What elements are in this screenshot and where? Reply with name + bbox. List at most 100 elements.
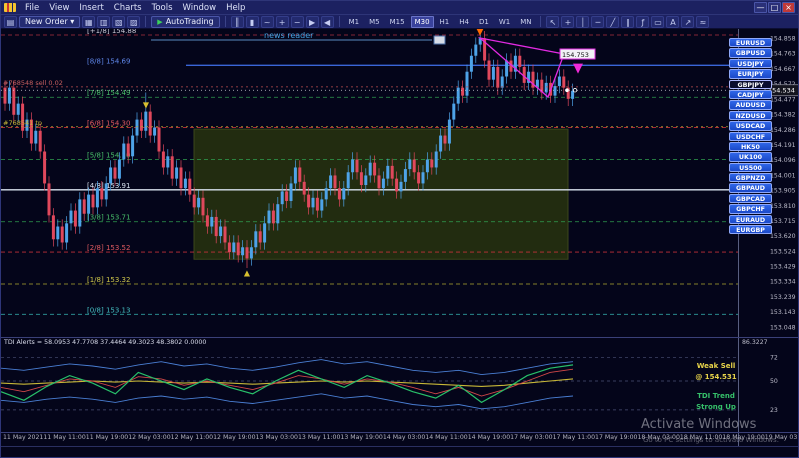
symbol-button-euraud[interactable]: EURAUD: [729, 214, 772, 225]
symbol-button-eurusd[interactable]: EURUSD: [729, 38, 772, 48]
menu-insert[interactable]: Insert: [74, 3, 108, 13]
crosshair-icon[interactable]: +: [561, 15, 575, 28]
timeframe-m5[interactable]: M5: [365, 16, 384, 28]
buy-signal-arrow[interactable]: ▲: [244, 268, 251, 277]
zoom-out-icon[interactable]: −: [290, 15, 304, 28]
price-axis-label: 153.239: [770, 294, 796, 301]
activate-windows-watermark: Activate Windows: [641, 417, 757, 432]
sell-signal-arrow[interactable]: ▼: [143, 101, 150, 110]
menu-window[interactable]: Window: [178, 3, 222, 13]
range-box[interactable]: [193, 128, 569, 260]
chart-canvas[interactable]: [+1/8] 154.88[8/8] 154.69[7/8] 154.49[6/…: [1, 29, 799, 458]
symbol-button-nzdusd[interactable]: NZDUSD: [729, 110, 772, 121]
price-axis-label: 154.667: [770, 66, 796, 73]
time-axis[interactable]: 11 May 2021 11 May 11:00 11 May 19:00 12 Ma…: [3, 434, 798, 441]
order-entry-dot: [565, 88, 569, 93]
timeframe-m30[interactable]: M30: [410, 15, 434, 28]
minimize-button[interactable]: —: [754, 2, 767, 13]
price-axis-label: 153.620: [770, 233, 796, 240]
time-axis-label: 11 May 11:00: [43, 434, 86, 441]
symbol-button-gbpusd[interactable]: GBPUSD: [729, 48, 772, 58]
menu-tools[interactable]: Tools: [147, 3, 178, 13]
vertical-line-icon[interactable]: │: [576, 15, 590, 28]
symbol-button-gbpchf[interactable]: GBPCHF: [729, 204, 772, 214]
news-reader-label[interactable]: news reader: [264, 31, 314, 40]
symbol-button-gbpcad[interactable]: GBPCAD: [729, 193, 772, 204]
timeframe-h4[interactable]: H4: [455, 16, 473, 28]
timeframe-m15[interactable]: M15: [386, 16, 409, 28]
menu-charts[interactable]: Charts: [109, 3, 147, 13]
symbol-button-gbpjpy[interactable]: GBPJPY: [729, 79, 772, 89]
new-chart-icon[interactable]: ▤: [4, 15, 17, 28]
chart-window[interactable]: [+1/8] 154.88 [8/8] 154.69 [7/8] 154.49 [6/…: [1, 29, 799, 458]
time-axis-label: 17 May 03:00: [510, 434, 553, 441]
autotrading-play-icon: ▶: [157, 17, 163, 26]
tdi-level-label: 72: [770, 354, 778, 361]
menu-view[interactable]: View: [44, 3, 74, 13]
symbol-button-gbpaud[interactable]: GBPAUD: [729, 183, 772, 193]
tdi-status-line: @ 154.531: [695, 373, 737, 381]
new-order-button[interactable]: New Order ▾: [19, 15, 81, 28]
timeframe-mn[interactable]: MN: [516, 16, 535, 28]
terminal-icon[interactable]: ▨: [127, 15, 141, 28]
price-axis-label: 153.524: [770, 248, 796, 255]
price-axis-label: 153.715: [770, 218, 796, 225]
trendline-icon[interactable]: ╱: [606, 15, 620, 28]
profiles-icon[interactable]: ▦: [82, 15, 96, 28]
tdi-status-line: TDI Trend: [697, 392, 735, 400]
equidistant-channel-icon[interactable]: ∥: [621, 15, 635, 28]
symbol-button-usdchf[interactable]: USDCHF: [729, 131, 772, 141]
symbol-button-eurgbp[interactable]: EURGBP: [729, 225, 772, 235]
time-axis-label: 14 May 11:00: [425, 434, 468, 441]
menu-help[interactable]: Help: [221, 3, 250, 13]
murrey-level-label: [6/8] 154.30: [87, 120, 130, 128]
fibonacci-icon[interactable]: ƒ: [636, 15, 650, 28]
chart-shift-icon[interactable]: ◀: [320, 15, 334, 28]
maximize-button[interactable]: □: [768, 2, 781, 13]
tdi-rsi-price-line: [1, 364, 574, 404]
symbol-button-usdcad[interactable]: USDCAD: [729, 121, 772, 131]
murrey-level-label: [8/8] 154.69: [87, 57, 130, 65]
news-reader-icon[interactable]: [433, 35, 446, 45]
timeframe-w1[interactable]: W1: [495, 16, 514, 28]
arrows-icon[interactable]: ↗: [681, 15, 695, 28]
timeframe-d1[interactable]: D1: [475, 16, 493, 28]
auto-scroll-icon[interactable]: ▶: [305, 15, 319, 28]
autotrading-label: AutoTrading: [165, 17, 214, 26]
symbol-button-cadjpy[interactable]: CADJPY: [729, 89, 772, 100]
symbol-button-usdjpy[interactable]: USDJPY: [729, 58, 772, 69]
time-axis-label: 12 May 11:00: [170, 434, 214, 441]
text-label-icon[interactable]: A: [666, 15, 680, 28]
candlestick-chart-icon[interactable]: ▮: [245, 15, 259, 28]
market-watch-icon[interactable]: ▥: [97, 15, 111, 28]
cursor-icon[interactable]: ↖: [546, 15, 560, 28]
tdi-market-base-line: [1, 378, 574, 387]
symbol-button-audusd[interactable]: AUDUSD: [729, 100, 772, 110]
indicators-icon[interactable]: ≈: [696, 15, 710, 28]
shapes-icon[interactable]: ▭: [651, 15, 665, 28]
zoom-in-icon[interactable]: +: [275, 15, 289, 28]
horizontal-line-icon[interactable]: ─: [591, 15, 605, 28]
time-axis-label: 11 May 2021: [3, 434, 44, 441]
price-axis-label: 154.001: [770, 172, 796, 179]
bar-chart-icon[interactable]: ║: [230, 15, 244, 28]
timeframe-h1[interactable]: H1: [436, 16, 454, 28]
murrey-level-label: [4/8] 153.91: [87, 182, 130, 190]
autotrading-button[interactable]: ▶ AutoTrading: [151, 15, 220, 28]
menu-file[interactable]: File: [20, 3, 44, 13]
price-tag-label: 154.753: [562, 51, 589, 59]
symbol-button-us500[interactable]: US500: [729, 162, 772, 173]
symbol-button-hk50[interactable]: HK50: [729, 141, 772, 152]
magenta-signal-arrow[interactable]: ▼: [573, 61, 583, 76]
symbol-button-uk100[interactable]: UK100: [729, 152, 772, 162]
symbol-button-gbpnzd[interactable]: GBPNZD: [729, 173, 772, 183]
murrey-level-label: [1/8] 153.32: [87, 276, 130, 284]
toolbar-separator: [540, 16, 542, 27]
navigator-icon[interactable]: ▧: [112, 15, 126, 28]
symbol-button-eurjpy[interactable]: EURJPY: [729, 69, 772, 79]
timeframe-m1[interactable]: M1: [345, 16, 364, 28]
close-button[interactable]: ×: [782, 2, 795, 13]
peak-arrow[interactable]: ▼: [477, 29, 484, 38]
price-axis-label: 153.429: [770, 264, 796, 271]
line-chart-icon[interactable]: ~: [260, 15, 274, 28]
